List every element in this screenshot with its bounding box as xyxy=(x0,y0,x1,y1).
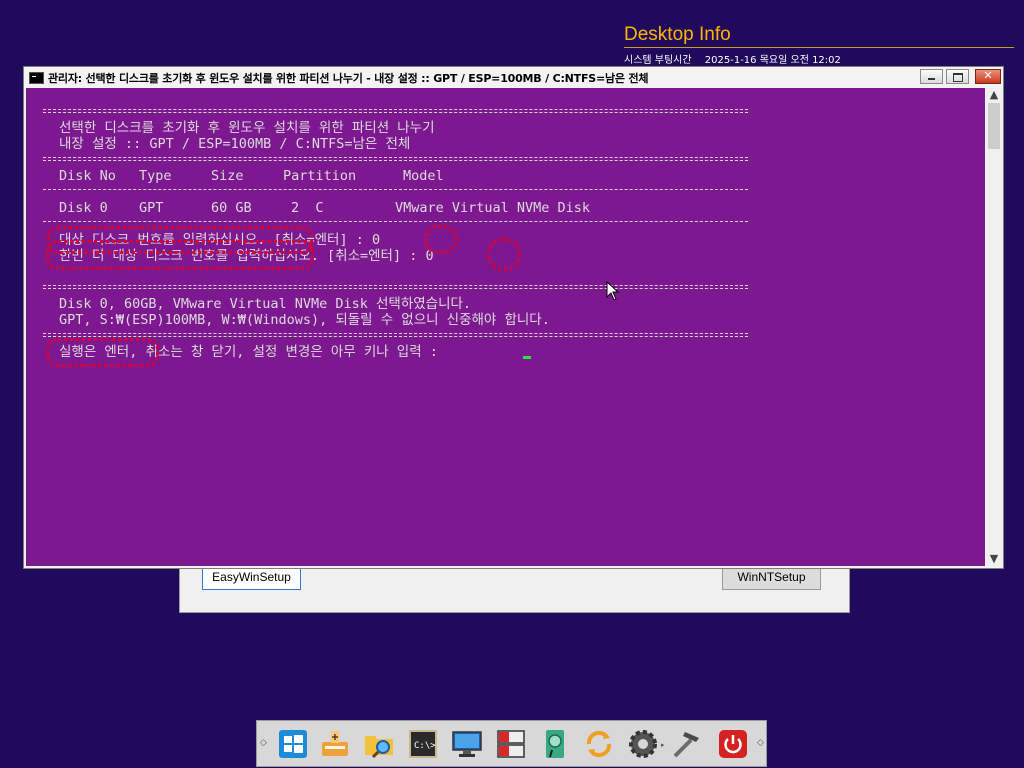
disk-manager-icon[interactable] xyxy=(495,728,527,760)
desktop-info-title: Desktop Info xyxy=(624,24,731,45)
header-settings: 내장 설정 :: GPT / ESP=100MB / C:NTFS=남은 전체 xyxy=(59,136,411,152)
highlight-confirm-prompt xyxy=(46,240,314,270)
scroll-thumb[interactable] xyxy=(988,103,1000,149)
highlight-disk-number-2 xyxy=(487,238,521,271)
taskbar: ◇ C:\> ▸ ◇ xyxy=(256,720,767,767)
col-partition: Partition xyxy=(283,168,357,184)
row-partition: 2 C xyxy=(291,200,324,216)
cmd-icon[interactable] xyxy=(29,72,44,84)
row-size: 60 GB xyxy=(211,200,252,216)
desktop-info-row: 시스템 부팅시간 2025-1-16 목요일 오전 12:02 xyxy=(624,51,1014,66)
vertical-scrollbar[interactable]: ▲ ▼ xyxy=(986,88,1002,566)
taskbar-right-grip-icon[interactable]: ◇ xyxy=(757,738,764,748)
separator-double xyxy=(43,333,748,337)
desktop-info: Desktop Info 시스템 부팅시간 2025-1-16 목요일 오전 1… xyxy=(624,24,1014,66)
window-titlebar[interactable]: 관리자: 선택한 디스크를 초기화 후 윈도우 설치를 위한 파티션 나누기 -… xyxy=(24,67,1003,88)
minimize-button[interactable] xyxy=(920,69,943,84)
svg-text:C:\>: C:\> xyxy=(414,741,436,751)
separator-double xyxy=(43,157,748,161)
desktop-info-divider xyxy=(624,47,1014,48)
folder-search-icon[interactable] xyxy=(363,728,395,760)
usb-drive-icon[interactable] xyxy=(319,728,351,760)
hammer-tools-icon[interactable] xyxy=(671,728,703,760)
boot-time-value: 2025-1-16 목요일 오전 12:02 xyxy=(704,55,841,66)
col-type: Type xyxy=(139,168,172,184)
separator-single xyxy=(43,221,748,222)
partition-warning: GPT, S:₩(ESP)100MB, W:₩(Windows), 되돌릴 수 … xyxy=(59,312,550,328)
monitor-icon[interactable] xyxy=(451,728,483,760)
col-size: Size xyxy=(211,168,244,184)
cmd-terminal-icon[interactable]: C:\> xyxy=(407,728,439,760)
maximize-button[interactable] xyxy=(946,69,969,84)
highlight-execute-enter xyxy=(46,338,159,367)
selected-disk-info: Disk 0, 60GB, VMware Virtual NVMe Disk 선… xyxy=(59,296,472,312)
scroll-up-icon[interactable]: ▲ xyxy=(986,88,1002,102)
separator-double xyxy=(43,285,748,289)
taskbar-left-grip-icon[interactable]: ◇ xyxy=(260,738,267,748)
row-model: VMware Virtual NVMe Disk xyxy=(395,200,591,216)
highlight-disk-number-1 xyxy=(424,225,458,254)
sync-refresh-icon[interactable] xyxy=(583,728,615,760)
separator-single xyxy=(43,189,748,190)
mouse-pointer-icon xyxy=(606,281,620,301)
boot-time-label: 시스템 부팅시간 xyxy=(624,55,692,66)
row-type: GPT xyxy=(139,200,164,216)
col-disk-no: Disk No xyxy=(59,168,116,184)
col-model: Model xyxy=(403,168,444,184)
console-area[interactable]: 선택한 디스크를 초기화 후 윈도우 설치를 위한 파티션 나누기 내장 설정 … xyxy=(26,88,985,566)
hdd-tool-icon[interactable] xyxy=(539,728,571,760)
separator-double xyxy=(43,109,748,113)
close-button[interactable] xyxy=(975,69,1001,84)
power-icon[interactable] xyxy=(717,728,749,760)
expand-arrow-icon[interactable]: ▸ xyxy=(661,741,665,749)
window-title: 관리자: 선택한 디스크를 초기화 후 윈도우 설치를 위한 파티션 나누기 -… xyxy=(48,72,649,85)
text-cursor xyxy=(523,356,531,359)
header-title: 선택한 디스크를 초기화 후 윈도우 설치를 위한 파티션 나누기 xyxy=(59,120,435,136)
settings-gear-icon[interactable] xyxy=(627,728,659,760)
scroll-down-icon[interactable]: ▼ xyxy=(986,552,1002,566)
console-window: 관리자: 선택한 디스크를 초기화 후 윈도우 설치를 위한 파티션 나누기 -… xyxy=(23,66,1004,569)
row-disk-no: Disk 0 xyxy=(59,200,108,216)
windows-start-icon[interactable] xyxy=(277,728,309,760)
